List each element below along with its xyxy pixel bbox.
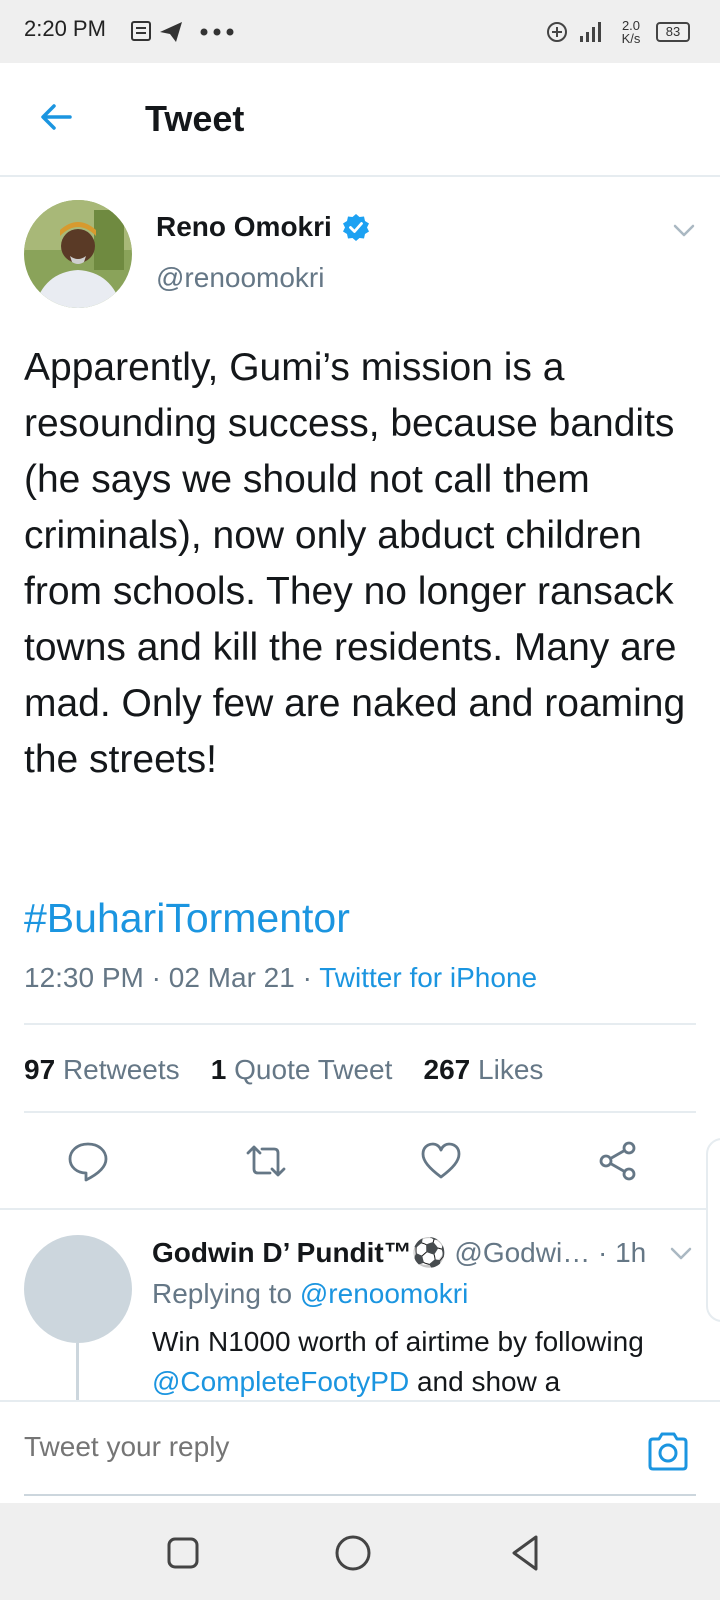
tweet-stats: 97 Retweets 1 Quote Tweet 267 Likes — [24, 1054, 543, 1086]
nav-home-icon — [335, 1535, 371, 1571]
like-icon — [421, 1142, 461, 1179]
tweet-time: 12:30 PM — [24, 962, 144, 993]
verified-badge-icon — [342, 214, 369, 241]
quotes-count: 1 — [210, 1054, 227, 1085]
back-button[interactable] — [36, 97, 76, 137]
status-time: 2:20 PM — [24, 16, 106, 41]
scroll-handle[interactable] — [706, 1138, 720, 1322]
nav-back-button[interactable] — [506, 1533, 546, 1573]
retweet-icon — [246, 1145, 286, 1177]
quotes-label: Quote Tweet — [234, 1054, 393, 1085]
nav-back-icon — [512, 1535, 538, 1571]
author-avatar[interactable] — [24, 200, 132, 308]
system-nav-bar — [0, 1503, 720, 1600]
chevron-down-icon — [673, 224, 695, 237]
tweet-menu-button[interactable] — [670, 216, 698, 244]
retweets-count: 97 — [24, 1054, 56, 1085]
reply-mention-link[interactable]: @CompleteFootyPD — [152, 1366, 409, 1397]
retweet-button[interactable] — [244, 1139, 288, 1183]
camera-button[interactable] — [646, 1432, 690, 1472]
reply-text-line1: Win N1000 worth of airtime by following — [152, 1326, 644, 1357]
net-speed: 2.0 K/s — [621, 18, 641, 46]
page-title: Tweet — [145, 98, 245, 139]
replying-to-link[interactable]: @renoomokri — [300, 1278, 468, 1309]
signal-icon — [580, 22, 601, 42]
top-app-bar: Tweet — [0, 63, 720, 177]
likes-count: 267 — [423, 1054, 471, 1085]
tweet-hashtag[interactable]: #BuhariTormentor — [24, 895, 350, 942]
reply-menu-button[interactable] — [668, 1240, 694, 1266]
tweet-source-link[interactable]: Twitter for iPhone — [319, 962, 537, 993]
chevron-down-icon — [670, 1247, 692, 1260]
tweet-meta: 12:30 PM · 02 Mar 21 · Twitter for iPhon… — [24, 962, 538, 993]
nav-recents-button[interactable] — [163, 1533, 203, 1573]
reply-icon — [68, 1142, 108, 1182]
camera-icon — [648, 1432, 688, 1471]
replying-to-prefix: Replying to — [152, 1278, 293, 1309]
divider — [0, 1208, 720, 1210]
reply-button[interactable] — [66, 1139, 110, 1183]
nav-recents-icon — [167, 1537, 199, 1569]
back-arrow-icon — [41, 104, 72, 130]
reply-author-handle[interactable]: @Godwi… — [454, 1237, 590, 1268]
reply-text-line2: and show a — [416, 1366, 561, 1397]
status-notification-icons — [130, 20, 240, 49]
battery-icon: 83 — [656, 22, 690, 42]
reply-author-name[interactable]: Godwin D’ Pundit™⚽ — [152, 1237, 447, 1268]
composer-underline — [24, 1494, 696, 1496]
tweet-date: 02 Mar 21 — [168, 962, 295, 993]
replying-to: Replying to @renoomokri — [152, 1278, 468, 1310]
quotes-stat[interactable]: 1 Quote Tweet — [211, 1054, 393, 1085]
reply-input[interactable] — [24, 1431, 614, 1463]
nav-home-button[interactable] — [333, 1533, 373, 1573]
reply-age: · 1h — [597, 1237, 647, 1268]
status-bar: 2:20 PM 2.0 K/s 83 — [0, 0, 720, 63]
reply-author-avatar[interactable] — [24, 1235, 132, 1343]
reply-composer — [0, 1400, 720, 1504]
author-handle[interactable]: @renoomokri — [156, 262, 324, 294]
like-button[interactable] — [419, 1139, 463, 1183]
share-icon — [599, 1141, 636, 1181]
author-name[interactable]: Reno Omokri — [156, 211, 370, 243]
retweets-stat[interactable]: 97 Retweets — [24, 1054, 180, 1085]
share-button[interactable] — [596, 1139, 640, 1183]
likes-stat[interactable]: 267 Likes — [424, 1054, 544, 1085]
tweet-text: Apparently, Gumi’s mission is a resoundi… — [24, 346, 686, 781]
reply-header: Godwin D’ Pundit™⚽ @Godwi… · 1h — [152, 1236, 662, 1269]
reply-text: Win N1000 worth of airtime by following … — [152, 1322, 712, 1402]
data-saver-icon — [547, 22, 567, 42]
status-right: 2.0 K/s 83 — [546, 14, 690, 50]
retweets-label: Retweets — [62, 1054, 180, 1085]
divider — [24, 1111, 696, 1113]
thread-line — [76, 1343, 79, 1403]
divider — [24, 1023, 696, 1025]
likes-label: Likes — [478, 1054, 544, 1085]
author-name-text: Reno Omokri — [156, 211, 332, 242]
